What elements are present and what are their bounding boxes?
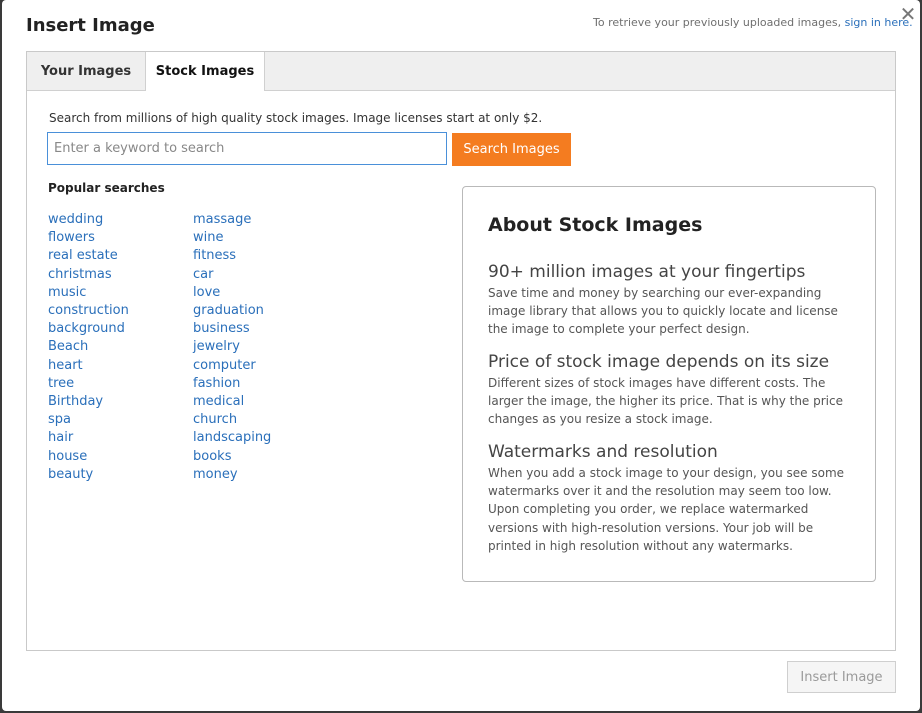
insert-image-dialog: Insert Image To retrieve your previously… bbox=[2, 0, 920, 711]
tab-bar: Your Images Stock Images bbox=[27, 52, 895, 91]
popular-link[interactable]: medical bbox=[193, 393, 271, 411]
popular-link[interactable]: fashion bbox=[193, 375, 271, 393]
insert-image-button[interactable]: Insert Image bbox=[787, 661, 896, 693]
popular-link[interactable]: background bbox=[48, 320, 129, 338]
popular-link[interactable]: construction bbox=[48, 302, 129, 320]
popular-link[interactable]: house bbox=[48, 448, 129, 466]
popular-link[interactable]: business bbox=[193, 320, 271, 338]
popular-link[interactable]: graduation bbox=[193, 302, 271, 320]
popular-link[interactable]: heart bbox=[48, 357, 129, 375]
tab-your-images[interactable]: Your Images bbox=[27, 52, 145, 90]
popular-link[interactable]: wine bbox=[193, 229, 271, 247]
popular-link[interactable]: jewelry bbox=[193, 338, 271, 356]
popular-column-2: massage wine fitness car love graduation… bbox=[193, 211, 271, 484]
popular-link[interactable]: car bbox=[193, 266, 271, 284]
popular-link[interactable]: massage bbox=[193, 211, 271, 229]
search-images-button[interactable]: Search Images bbox=[452, 133, 571, 166]
about-title: About Stock Images bbox=[488, 214, 703, 236]
popular-link[interactable]: money bbox=[193, 466, 271, 484]
signin-notice: To retrieve your previously uploaded ima… bbox=[593, 16, 913, 29]
about-section: Price of stock image depends on its size… bbox=[488, 351, 858, 429]
popular-link[interactable]: tree bbox=[48, 375, 129, 393]
popular-link[interactable]: music bbox=[48, 284, 129, 302]
search-input[interactable] bbox=[47, 132, 447, 165]
popular-link[interactable]: computer bbox=[193, 357, 271, 375]
tab-panel: Your Images Stock Images Search from mil… bbox=[26, 51, 896, 651]
popular-link[interactable]: hair bbox=[48, 429, 129, 447]
about-section-body: Different sizes of stock images have dif… bbox=[488, 376, 843, 427]
dialog-title: Insert Image bbox=[26, 15, 155, 36]
about-section-body: When you add a stock image to your desig… bbox=[488, 466, 845, 553]
popular-column-1: wedding flowers real estate christmas mu… bbox=[48, 211, 129, 484]
about-section-heading: Price of stock image depends on its size bbox=[488, 352, 830, 372]
popular-link[interactable]: christmas bbox=[48, 266, 129, 284]
popular-link[interactable]: fitness bbox=[193, 247, 271, 265]
popular-searches-heading: Popular searches bbox=[48, 181, 165, 195]
popular-link[interactable]: books bbox=[193, 448, 271, 466]
search-intro: Search from millions of high quality sto… bbox=[49, 111, 543, 125]
about-section: 90+ million images at your fingertips Sa… bbox=[488, 261, 858, 339]
about-section-heading: 90+ million images at your fingertips bbox=[488, 262, 806, 282]
popular-link[interactable]: love bbox=[193, 284, 271, 302]
about-section-heading: Watermarks and resolution bbox=[488, 442, 718, 462]
popular-link[interactable]: flowers bbox=[48, 229, 129, 247]
popular-link[interactable]: wedding bbox=[48, 211, 129, 229]
popular-link[interactable]: Beach bbox=[48, 338, 129, 356]
popular-link[interactable]: spa bbox=[48, 411, 129, 429]
popular-link[interactable]: Birthday bbox=[48, 393, 129, 411]
popular-link[interactable]: real estate bbox=[48, 247, 129, 265]
about-section: Watermarks and resolution When you add a… bbox=[488, 441, 858, 555]
about-section-body: Save time and money by searching our eve… bbox=[488, 286, 838, 337]
close-icon[interactable]: ✕ bbox=[898, 4, 918, 24]
signin-prefix: To retrieve your previously uploaded ima… bbox=[593, 16, 842, 29]
popular-link[interactable]: landscaping bbox=[193, 429, 271, 447]
about-stock-images-box: About Stock Images 90+ million images at… bbox=[462, 186, 876, 582]
popular-link[interactable]: beauty bbox=[48, 466, 129, 484]
popular-link[interactable]: church bbox=[193, 411, 271, 429]
tab-stock-images[interactable]: Stock Images bbox=[145, 52, 265, 91]
